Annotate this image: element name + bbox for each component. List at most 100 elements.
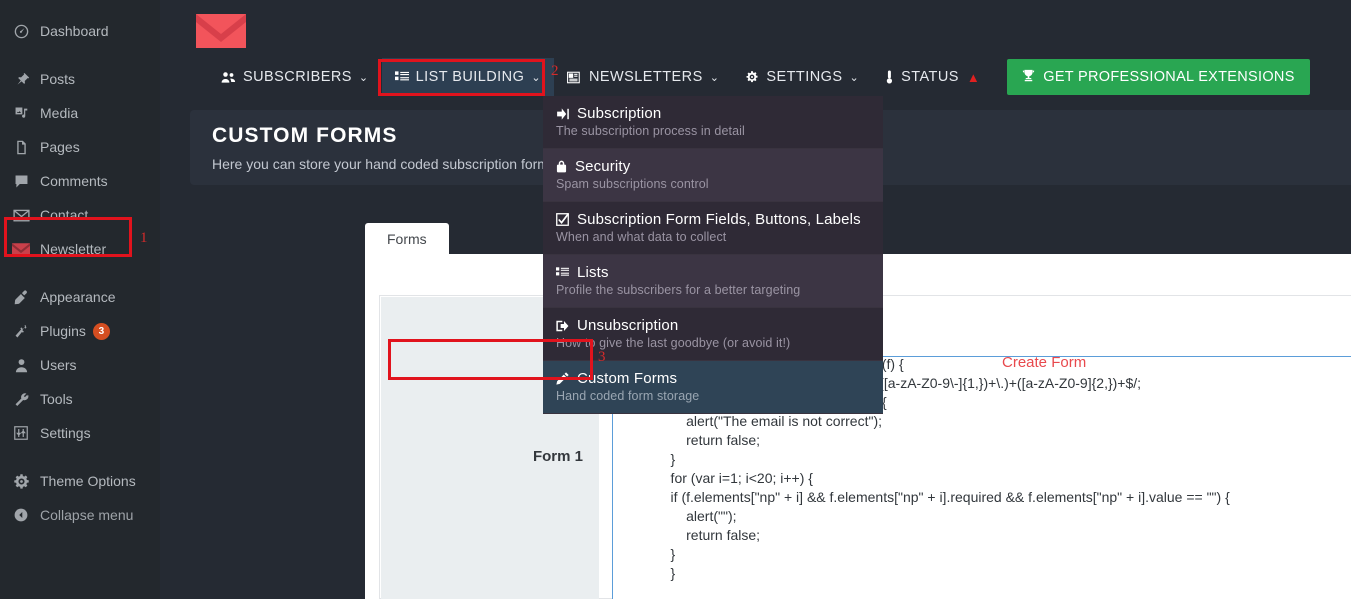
sidebar-item-label: Contact (40, 207, 89, 223)
sidebar-item-label: Theme Options (40, 473, 136, 489)
warning-triangle-icon: ▲ (966, 69, 981, 85)
sidebar-item-settings[interactable]: Settings (0, 416, 160, 450)
dropdown-item-title-row: Unsubscription (556, 317, 870, 334)
sidebar-item-label: Newsletter (40, 241, 107, 257)
dropdown-item-subscription[interactable]: Subscription The subscription process in… (543, 96, 883, 149)
users-group-icon (221, 71, 236, 84)
nav-list-building[interactable]: LIST BUILDING ⌄ (381, 58, 554, 96)
dropdown-item-title-row: Custom Forms (556, 370, 870, 387)
nav-label: NEWSLETTERS (588, 69, 703, 85)
newspaper-icon (567, 71, 582, 84)
nav-settings[interactable]: SETTINGS ⌄ (732, 58, 872, 96)
nav-newsletters[interactable]: NEWSLETTERS ⌄ (554, 58, 732, 96)
tab-label: Forms (387, 231, 427, 247)
list-building-dropdown-menu: Subscription The subscription process in… (543, 96, 883, 414)
chevron-down-icon: ⌄ (358, 71, 369, 84)
dropdown-item-custom-forms[interactable]: Custom Forms Hand coded form storage (543, 361, 883, 414)
collapse-arrow-icon (10, 505, 32, 525)
gear-icon (745, 70, 759, 84)
dropdown-title: Security (575, 158, 631, 175)
page-description-text: Here you can store your hand c (212, 156, 408, 172)
sidebar-item-label: Media (40, 105, 79, 121)
sidebar-item-posts[interactable]: Posts (0, 62, 160, 96)
dropdown-item-title-row: Subscription (556, 105, 870, 122)
dropdown-title: Lists (577, 264, 609, 281)
plug-icon (10, 321, 32, 341)
annotation-number-3: 3 (598, 349, 606, 365)
chevron-down-icon: ⌄ (531, 71, 541, 84)
sidebar-item-label: Settings (40, 425, 91, 441)
dropdown-subtitle: The subscription process in detail (556, 124, 745, 138)
annotation-number-1: 1 (140, 230, 148, 246)
sidebar-item-theme-options[interactable]: Theme Options (0, 464, 160, 498)
sidebar-item-label: Users (40, 357, 77, 373)
get-professional-extensions-button[interactable]: GET PROFESSIONAL EXTENSIONS (1007, 59, 1310, 95)
sidebar-top-spacer (0, 0, 160, 14)
list-icon (556, 266, 569, 279)
newsletter-icon (10, 239, 32, 259)
envelope-icon (10, 205, 32, 225)
sidebar-item-comments[interactable]: Comments (0, 164, 160, 198)
nav-label: STATUS (901, 69, 959, 85)
sidebar-divider-2 (0, 266, 160, 280)
comments-icon (10, 171, 32, 191)
dropdown-title: Custom Forms (577, 370, 678, 387)
sidebar-item-collapse-menu[interactable]: Collapse menu (0, 498, 160, 532)
sidebar-item-label: Dashboard (40, 23, 109, 39)
dropdown-item-title-row: Lists (556, 264, 870, 281)
sidebar-item-label: Tools (40, 391, 73, 407)
dropdown-item-unsubscription[interactable]: Unsubscription How to give the last good… (543, 308, 883, 361)
sidebar-item-newsletter[interactable]: Newsletter (0, 232, 160, 266)
trophy-icon (1022, 69, 1035, 86)
dropdown-subtitle: Spam subscriptions control (556, 177, 709, 191)
sidebar-item-label: Comments (40, 173, 108, 189)
lock-icon (556, 160, 567, 173)
sidebar-item-contact[interactable]: Contact (0, 198, 160, 232)
sidebar-item-label: Pages (40, 139, 80, 155)
plugin-top-nav: SUBSCRIBERS ⌄ LIST BUILDING ⌄ NEWSLETTER… (160, 58, 1351, 96)
pro-button-label: GET PROFESSIONAL EXTENSIONS (1043, 69, 1295, 85)
admin-sidebar: Dashboard Posts Media Pages Comments Con… (0, 0, 160, 599)
annotation-number-2: 2 (551, 63, 559, 79)
sidebar-item-label: Plugins (40, 323, 86, 339)
sidebar-item-appearance[interactable]: Appearance (0, 280, 160, 314)
sidebar-item-pages[interactable]: Pages (0, 130, 160, 164)
sidebar-divider-3 (0, 450, 160, 464)
list-icon (394, 70, 409, 84)
checkbox-icon (556, 213, 569, 226)
sidebar-item-dashboard[interactable]: Dashboard (0, 14, 160, 48)
sidebar-item-tools[interactable]: Tools (0, 382, 160, 416)
sign-out-icon (556, 320, 569, 332)
brush-icon (10, 287, 32, 307)
sidebar-item-users[interactable]: Users (0, 348, 160, 382)
wrench-icon (10, 389, 32, 409)
dropdown-subtitle: Profile the subscribers for a better tar… (556, 283, 801, 297)
sidebar-item-plugins[interactable]: Plugins 3 (0, 314, 160, 348)
dropdown-item-lists[interactable]: Lists Profile the subscribers for a bett… (543, 255, 883, 308)
thermometer-icon (885, 70, 894, 84)
dropdown-subtitle: When and what data to collect (556, 230, 727, 244)
dropdown-item-security[interactable]: Security Spam subscriptions control (543, 149, 883, 202)
nav-status[interactable]: STATUS ▲ (872, 58, 993, 96)
tab-forms[interactable]: Forms (365, 223, 449, 254)
pencil-icon (556, 372, 569, 385)
sidebar-item-label: Posts (40, 71, 76, 87)
dropdown-title: Unsubscription (577, 317, 679, 334)
dropdown-subtitle: Hand coded form storage (556, 389, 700, 403)
create-form-link[interactable]: Create Form (1002, 354, 1086, 371)
sidebar-item-media[interactable]: Media (0, 96, 160, 130)
nav-label: SUBSCRIBERS (243, 69, 352, 85)
dropdown-item-subscription-form-fields[interactable]: Subscription Form Fields, Buttons, Label… (543, 202, 883, 255)
form-name-label: Form 1 (532, 447, 583, 465)
dropdown-item-title-row: Security (556, 158, 870, 175)
chevron-down-icon: ⌄ (849, 71, 860, 84)
user-icon (10, 355, 32, 375)
nav-subscribers[interactable]: SUBSCRIBERS ⌄ (208, 58, 382, 96)
sign-in-icon (556, 107, 569, 120)
pin-icon (10, 69, 32, 89)
sidebar-divider-1 (0, 48, 160, 62)
pages-icon (10, 137, 32, 157)
dropdown-item-title-row: Subscription Form Fields, Buttons, Label… (556, 211, 870, 228)
dropdown-title: Subscription (577, 105, 662, 122)
nav-label: SETTINGS (766, 69, 843, 85)
